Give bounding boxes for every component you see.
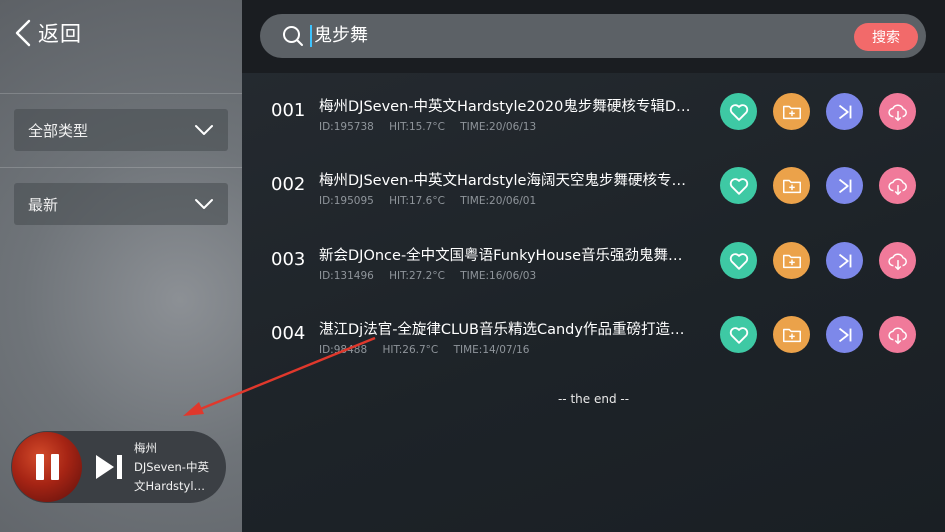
track-time: TIME:16/06/03 [460, 270, 537, 282]
album-art-play-pause[interactable] [12, 432, 82, 502]
mini-player: 梅州 DJSeven-中英 文Hardstyle… [11, 431, 226, 503]
track-title-line: DJSeven-中英 [134, 459, 209, 474]
play-next-button[interactable] [826, 167, 863, 204]
divider [0, 93, 242, 94]
track-hit: HIT:15.7°C [389, 121, 445, 133]
download-button[interactable] [879, 167, 916, 204]
add-to-playlist-button[interactable] [773, 167, 810, 204]
track-number: 004 [271, 323, 306, 344]
main-content: 鬼步舞 搜索 001 梅州DJSeven-中英文Hardstyle2020鬼步舞… [242, 0, 945, 532]
divider [0, 167, 242, 168]
list-item: 003 新会DJOnce-全中文国粤语FunkyHouse音乐强劲鬼舞步… ID… [242, 224, 945, 298]
track-hit: HIT:27.2°C [389, 270, 445, 282]
play-next-icon [838, 178, 851, 193]
back-button[interactable]: 返回 [14, 18, 82, 48]
sort-filter-dropdown[interactable]: 最新 [14, 183, 228, 225]
add-to-playlist-button[interactable] [773, 316, 810, 353]
favorite-button[interactable] [720, 93, 757, 130]
track-id: ID:131496 [319, 270, 374, 282]
play-next-icon [838, 253, 851, 268]
download-button[interactable] [879, 316, 916, 353]
play-next-icon [838, 104, 851, 119]
track-meta: ID:131496 HIT:27.2°C TIME:16/06/03 [319, 270, 548, 282]
list-end-label: -- the end -- [557, 392, 630, 406]
favorite-button[interactable] [720, 316, 757, 353]
track-meta: ID:195095 HIT:17.6°C TIME:20/06/01 [319, 195, 548, 207]
play-next-button[interactable] [826, 93, 863, 130]
category-filter-dropdown[interactable]: 全部类型 [14, 109, 228, 151]
add-to-playlist-button[interactable] [773, 242, 810, 279]
play-next-icon [838, 327, 851, 342]
next-track-icon[interactable] [94, 454, 124, 480]
download-button[interactable] [879, 93, 916, 130]
search-button[interactable]: 搜索 [854, 23, 918, 51]
chevron-down-icon [195, 199, 213, 209]
folder-add-icon [782, 179, 801, 193]
track-number: 001 [271, 100, 306, 121]
track-number: 002 [271, 174, 306, 195]
track-id: ID:98488 [319, 344, 368, 356]
now-playing-info: 梅州 DJSeven-中英 文Hardstyle… [134, 439, 212, 496]
search-input[interactable]: 鬼步舞 搜索 [260, 14, 926, 58]
list-item: 001 梅州DJSeven-中英文Hardstyle2020鬼步舞硬核专辑DJ…… [242, 75, 945, 149]
sidebar: 返回 全部类型 最新 梅州 DJSeven-中英 文Hardstyle… [0, 0, 242, 532]
cloud-download-icon [887, 178, 907, 195]
search-header: 鬼步舞 搜索 [242, 0, 945, 73]
track-title[interactable]: 梅州DJSeven-中英文Hardstyle2020鬼步舞硬核专辑DJ… [319, 95, 691, 116]
track-title[interactable]: 湛江Dj法官-全旋律CLUB音乐精选Candy作品重磅打造最… [319, 318, 691, 339]
download-button[interactable] [879, 242, 916, 279]
pause-icon [36, 454, 60, 480]
add-to-playlist-button[interactable] [773, 93, 810, 130]
heart-icon [729, 103, 748, 121]
track-time: TIME:20/06/13 [460, 121, 537, 133]
track-time: TIME:20/06/01 [460, 195, 537, 207]
cloud-download-icon [887, 253, 907, 270]
track-meta: ID:98488 HIT:26.7°C TIME:14/07/16 [319, 344, 541, 356]
list-item: 004 湛江Dj法官-全旋律CLUB音乐精选Candy作品重磅打造最… ID:9… [242, 298, 945, 372]
track-id: ID:195738 [319, 121, 374, 133]
cloud-download-icon [887, 104, 907, 121]
track-meta: ID:195738 HIT:15.7°C TIME:20/06/13 [319, 121, 548, 133]
folder-add-icon [782, 328, 801, 342]
heart-icon [729, 252, 748, 270]
list-item: 002 梅州DJSeven-中英文Hardstyle海阔天空鬼步舞硬核专辑… I… [242, 149, 945, 223]
chevron-down-icon [195, 125, 213, 135]
track-title-line: 文Hardstyle… [134, 478, 212, 493]
category-filter-label: 全部类型 [28, 121, 89, 140]
heart-icon [729, 177, 748, 195]
favorite-button[interactable] [720, 242, 757, 279]
chevron-left-icon [15, 19, 31, 47]
track-time: TIME:14/07/16 [453, 344, 530, 356]
heart-icon [729, 326, 748, 344]
folder-add-icon [782, 105, 801, 119]
track-hit: HIT:17.6°C [389, 195, 445, 207]
track-title[interactable]: 新会DJOnce-全中文国粤语FunkyHouse音乐强劲鬼舞步… [319, 244, 691, 265]
back-label: 返回 [38, 22, 82, 46]
track-id: ID:195095 [319, 195, 374, 207]
search-icon [283, 26, 303, 46]
favorite-button[interactable] [720, 167, 757, 204]
track-title-line: 梅州 [134, 440, 157, 455]
track-title[interactable]: 梅州DJSeven-中英文Hardstyle海阔天空鬼步舞硬核专辑… [319, 169, 691, 190]
cloud-download-icon [887, 327, 907, 344]
search-query: 鬼步舞 [310, 25, 368, 47]
play-next-button[interactable] [826, 242, 863, 279]
sort-filter-label: 最新 [28, 195, 59, 214]
play-next-button[interactable] [826, 316, 863, 353]
folder-add-icon [782, 254, 801, 268]
track-hit: HIT:26.7°C [382, 344, 439, 356]
track-number: 003 [271, 249, 306, 270]
